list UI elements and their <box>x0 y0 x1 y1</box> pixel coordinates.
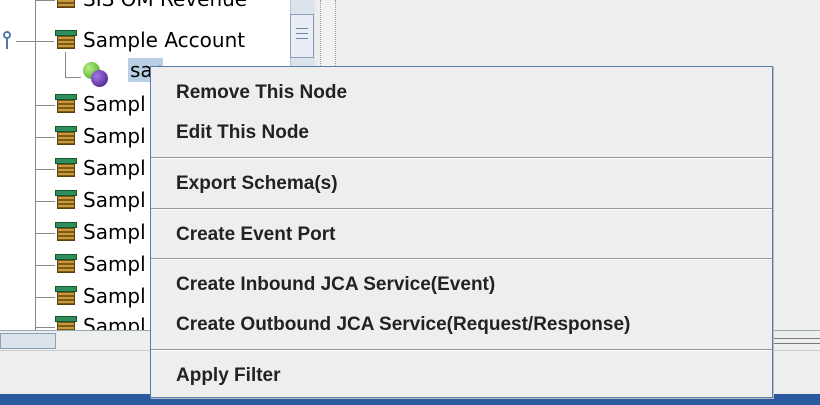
tree-connector <box>65 77 81 78</box>
table-icon <box>55 222 77 242</box>
table-icon <box>55 316 77 330</box>
tree-expand-handle[interactable] <box>0 31 16 51</box>
menu-item-label: Create Outbound JCA Service(Request/Resp… <box>176 314 631 335</box>
tree-connector <box>35 233 55 234</box>
tree-node-label: Sampl <box>83 252 146 276</box>
menu-item-label: Create Event Port <box>176 224 336 245</box>
table-icon <box>55 190 77 210</box>
tree-connector <box>35 201 55 202</box>
tree-connector <box>65 52 66 77</box>
table-icon <box>55 94 77 114</box>
menu-item-create-inbound-jca[interactable]: Create Inbound JCA Service(Event) <box>151 265 772 305</box>
menu-item-label: Create Inbound JCA Service(Event) <box>176 274 496 295</box>
menu-item-label: Export Schema(s) <box>176 173 338 194</box>
scrollbar-thumb[interactable] <box>290 14 314 58</box>
tree-node-label: Sampl <box>83 284 146 308</box>
menu-separator <box>151 157 772 159</box>
menu-separator <box>151 258 772 260</box>
table-icon <box>55 0 77 9</box>
menu-item-remove-node[interactable]: Remove This Node <box>151 73 772 113</box>
tree-connector <box>35 169 55 170</box>
menu-separator <box>151 349 772 351</box>
menu-item-export-schema[interactable]: Export Schema(s) <box>151 164 772 204</box>
pane-divider <box>770 338 820 344</box>
menu-item-edit-node[interactable]: Edit This Node <box>151 113 772 153</box>
event-node-icon <box>83 62 108 87</box>
table-icon <box>55 158 77 178</box>
table-icon <box>55 286 77 306</box>
tree-node-label: SIS OM Revenue <box>83 0 247 11</box>
table-icon <box>55 254 77 274</box>
tree-connector <box>16 41 54 42</box>
tree-node-label: Sample Account <box>83 28 246 52</box>
menu-separator <box>151 208 772 210</box>
menu-item-create-event-port[interactable]: Create Event Port <box>151 215 772 255</box>
tree-node-label: Sampl <box>83 314 146 330</box>
tree-node-label: Sampl <box>83 220 146 244</box>
horizontal-scrollbar-thumb[interactable] <box>0 333 56 349</box>
menu-item-create-outbound-jca[interactable]: Create Outbound JCA Service(Request/Resp… <box>151 305 772 345</box>
tree-connector <box>35 0 55 1</box>
tree-connector <box>35 137 55 138</box>
tree-connector <box>35 0 36 330</box>
context-menu: Remove This Node Edit This Node Export S… <box>150 66 773 398</box>
menu-item-label: Apply Filter <box>176 365 281 386</box>
tree-connector <box>35 265 55 266</box>
menu-item-label: Edit This Node <box>176 122 309 143</box>
tree-node-label: Sampl <box>83 124 146 148</box>
tree-node-label: Sampl <box>83 188 146 212</box>
tree-node-label: Sampl <box>83 156 146 180</box>
menu-item-apply-filter[interactable]: Apply Filter <box>151 356 772 396</box>
menu-item-label: Remove This Node <box>176 82 348 103</box>
tree-connector <box>35 105 55 106</box>
tree-node-label: Sampl <box>83 92 146 116</box>
table-icon <box>55 126 77 146</box>
tree-connector <box>35 327 55 328</box>
table-icon <box>55 30 77 50</box>
tree-connector <box>35 297 55 298</box>
